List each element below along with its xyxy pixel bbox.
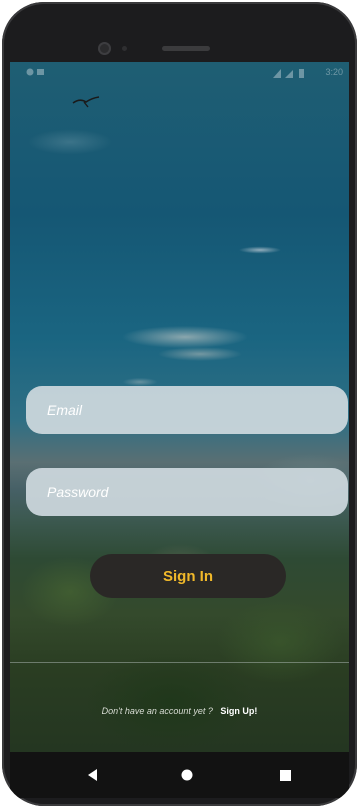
app-screen: 3:20 Sign In Don't have an account yet ?… xyxy=(10,62,349,752)
status-bar: 3:20 xyxy=(10,62,349,84)
divider xyxy=(10,662,349,663)
phone-frame: 3:20 Sign In Don't have an account yet ?… xyxy=(2,2,357,806)
back-button[interactable] xyxy=(84,766,102,784)
home-button[interactable] xyxy=(178,766,196,784)
sign-up-link[interactable]: Sign Up! xyxy=(220,706,257,716)
home-icon xyxy=(181,769,193,781)
proximity-sensor xyxy=(122,46,127,51)
recents-icon xyxy=(279,769,291,781)
recents-button[interactable] xyxy=(276,766,294,784)
signal-wifi-battery-icons xyxy=(273,69,304,78)
status-time: 3:20 xyxy=(325,67,343,77)
back-icon xyxy=(88,769,97,781)
password-field[interactable] xyxy=(26,468,348,516)
navigation-bar xyxy=(10,752,349,798)
notification-icons xyxy=(26,68,44,76)
signup-prompt-row: Don't have an account yet ? Sign Up! xyxy=(10,706,349,716)
bird-icon xyxy=(72,96,100,108)
signup-prompt-text: Don't have an account yet ? xyxy=(101,706,213,716)
front-camera xyxy=(98,42,111,55)
sign-in-button[interactable]: Sign In xyxy=(90,554,286,598)
earpiece-speaker xyxy=(162,46,210,51)
email-field[interactable] xyxy=(26,386,348,434)
